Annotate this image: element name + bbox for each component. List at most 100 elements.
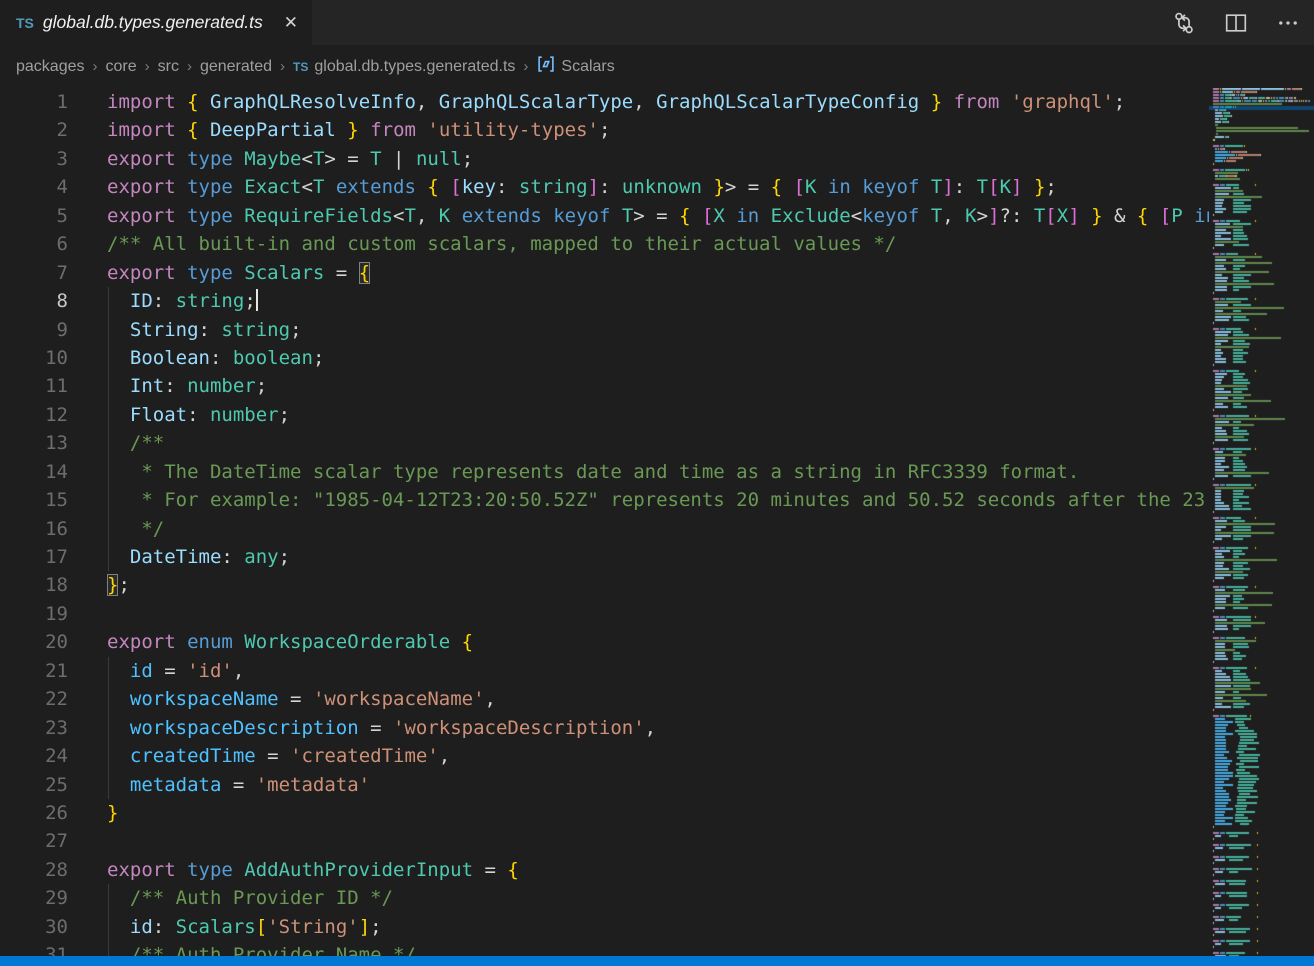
code-text: export enum WorkspaceOrderable { <box>107 628 473 656</box>
line-number[interactable]: 3 <box>0 145 68 173</box>
code-text: import { GraphQLResolveInfo, GraphQLScal… <box>107 88 1125 116</box>
breadcrumb-file-label: global.db.types.generated.ts <box>314 58 515 76</box>
line-number[interactable]: 1 <box>0 88 68 116</box>
code-text: Float: number; <box>107 401 290 429</box>
editor-tab-bar: TS global.db.types.generated.ts ✕ <box>0 0 1314 45</box>
line-number[interactable]: 22 <box>0 685 68 713</box>
line-number[interactable]: 30 <box>0 913 68 941</box>
code-text: ID: string; <box>107 287 258 315</box>
line-number[interactable]: 4 <box>0 173 68 201</box>
code-text: /** All built-in and custom scalars, map… <box>107 230 896 258</box>
line-number[interactable]: 23 <box>0 714 68 742</box>
code-line[interactable]: 10 Boolean: boolean; <box>0 344 1209 372</box>
line-number[interactable]: 9 <box>0 316 68 344</box>
status-bar[interactable] <box>0 956 1314 966</box>
breadcrumb-separator: › <box>280 58 285 75</box>
line-number[interactable]: 17 <box>0 543 68 571</box>
breadcrumb-item-packages[interactable]: packages <box>16 58 85 76</box>
code-text: /** Auth Provider ID */ <box>107 884 393 912</box>
line-number[interactable]: 15 <box>0 486 68 514</box>
code-line[interactable]: 24 createdTime = 'createdTime', <box>0 742 1209 770</box>
code-text: String: string; <box>107 316 302 344</box>
code-text: DateTime: any; <box>107 543 290 571</box>
typescript-file-icon: TS <box>16 15 34 31</box>
line-number[interactable]: 7 <box>0 259 68 287</box>
line-number[interactable]: 2 <box>0 116 68 144</box>
code-line[interactable]: 27 <box>0 827 1209 855</box>
code-line[interactable]: 18}; <box>0 571 1209 599</box>
tab-global-db-types[interactable]: TS global.db.types.generated.ts ✕ <box>0 0 312 45</box>
code-line[interactable]: 25 metadata = 'metadata' <box>0 771 1209 799</box>
line-number[interactable]: 5 <box>0 202 68 230</box>
line-number[interactable]: 11 <box>0 372 68 400</box>
line-number[interactable]: 28 <box>0 856 68 884</box>
line-number[interactable]: 10 <box>0 344 68 372</box>
code-line[interactable]: 17 DateTime: any; <box>0 543 1209 571</box>
line-number[interactable]: 29 <box>0 884 68 912</box>
line-number[interactable]: 8 <box>0 287 68 315</box>
code-line[interactable]: 31 /** Auth Provider Name */ <box>0 941 1209 956</box>
code-text: id = 'id', <box>107 657 244 685</box>
code-line[interactable]: 7 export type Scalars = { <box>0 259 1209 287</box>
code-line[interactable]: 20 export enum WorkspaceOrderable { <box>0 628 1209 656</box>
breadcrumb-item-src[interactable]: src <box>158 58 179 76</box>
code-line[interactable]: 23 workspaceDescription = 'workspaceDesc… <box>0 714 1209 742</box>
line-number[interactable]: 27 <box>0 827 68 855</box>
split-editor-icon[interactable] <box>1224 11 1248 35</box>
code-line[interactable]: 4 export type Exact<T extends { [key: str… <box>0 173 1209 201</box>
code-text: */ <box>107 515 164 543</box>
code-text: /** Auth Provider Name */ <box>107 941 416 956</box>
line-number[interactable]: 31 <box>0 941 68 956</box>
code-line[interactable]: 5export type RequireFields<T, K extends … <box>0 202 1209 230</box>
line-number[interactable]: 12 <box>0 401 68 429</box>
line-number[interactable]: 19 <box>0 600 68 628</box>
code-text: /** <box>107 429 164 457</box>
breadcrumb-item-file[interactable]: TS global.db.types.generated.ts <box>293 58 515 76</box>
breadcrumb-item-generated[interactable]: generated <box>200 58 272 76</box>
code-text: workspaceDescription = 'workspaceDescrip… <box>107 714 656 742</box>
code-text: Int: number; <box>107 372 267 400</box>
code-line[interactable]: 11 Int: number; <box>0 372 1209 400</box>
code-text: * The DateTime scalar type represents da… <box>107 458 1079 486</box>
code-line[interactable]: 28export type AddAuthProviderInput = { <box>0 856 1209 884</box>
code-line[interactable]: 2 import { DeepPartial } from 'utility-ty… <box>0 116 1209 144</box>
line-number[interactable]: 14 <box>0 458 68 486</box>
code-line[interactable]: 8 ID: string; <box>0 287 1209 315</box>
code-line[interactable]: 15 * For example: "1985-04-12T23:20:50.5… <box>0 486 1209 514</box>
code-text: import { DeepPartial } from 'utility-typ… <box>107 116 610 144</box>
minimap[interactable] <box>1209 88 1314 956</box>
code-line[interactable]: 29 /** Auth Provider ID */ <box>0 884 1209 912</box>
line-number[interactable]: 20 <box>0 628 68 656</box>
code-line[interactable]: 13 /** <box>0 429 1209 457</box>
text-cursor <box>256 289 258 311</box>
more-actions-icon[interactable] <box>1276 11 1300 35</box>
code-editor[interactable]: 1 import { GraphQLResolveInfo, GraphQLSca… <box>0 88 1314 956</box>
line-number[interactable]: 25 <box>0 771 68 799</box>
line-number[interactable]: 21 <box>0 657 68 685</box>
code-line[interactable]: 22 workspaceName = 'workspaceName', <box>0 685 1209 713</box>
line-number[interactable]: 13 <box>0 429 68 457</box>
code-line[interactable]: 12 Float: number; <box>0 401 1209 429</box>
line-number[interactable]: 24 <box>0 742 68 770</box>
code-line[interactable]: 6 /** All built-in and custom scalars, ma… <box>0 230 1209 258</box>
breadcrumb-item-core[interactable]: core <box>106 58 137 76</box>
code-line[interactable]: 19 <box>0 600 1209 628</box>
open-changes-icon[interactable] <box>1172 11 1196 35</box>
code-line[interactable]: 3export type Maybe<T> = T | null; <box>0 145 1209 173</box>
line-number[interactable]: 18 <box>0 571 68 599</box>
line-number[interactable]: 16 <box>0 515 68 543</box>
code-text: export type Scalars = { <box>107 259 370 287</box>
code-area[interactable]: 1 import { GraphQLResolveInfo, GraphQLSca… <box>0 88 1209 956</box>
breadcrumb-item-symbol[interactable]: Scalars <box>536 54 614 79</box>
code-line[interactable]: 21 id = 'id', <box>0 657 1209 685</box>
line-number[interactable]: 26 <box>0 799 68 827</box>
code-line[interactable]: 1 import { GraphQLResolveInfo, GraphQLSca… <box>0 88 1209 116</box>
code-line[interactable]: 16 */ <box>0 515 1209 543</box>
code-line[interactable]: 14 * The DateTime scalar type represents… <box>0 458 1209 486</box>
code-line[interactable]: 30 id: Scalars['String']; <box>0 913 1209 941</box>
line-number[interactable]: 6 <box>0 230 68 258</box>
tab-close-icon[interactable]: ✕ <box>284 14 298 31</box>
code-line[interactable]: 9 String: string; <box>0 316 1209 344</box>
code-line[interactable]: 26} <box>0 799 1209 827</box>
code-text: export type Exact<T extends { [key: stri… <box>107 173 1057 201</box>
